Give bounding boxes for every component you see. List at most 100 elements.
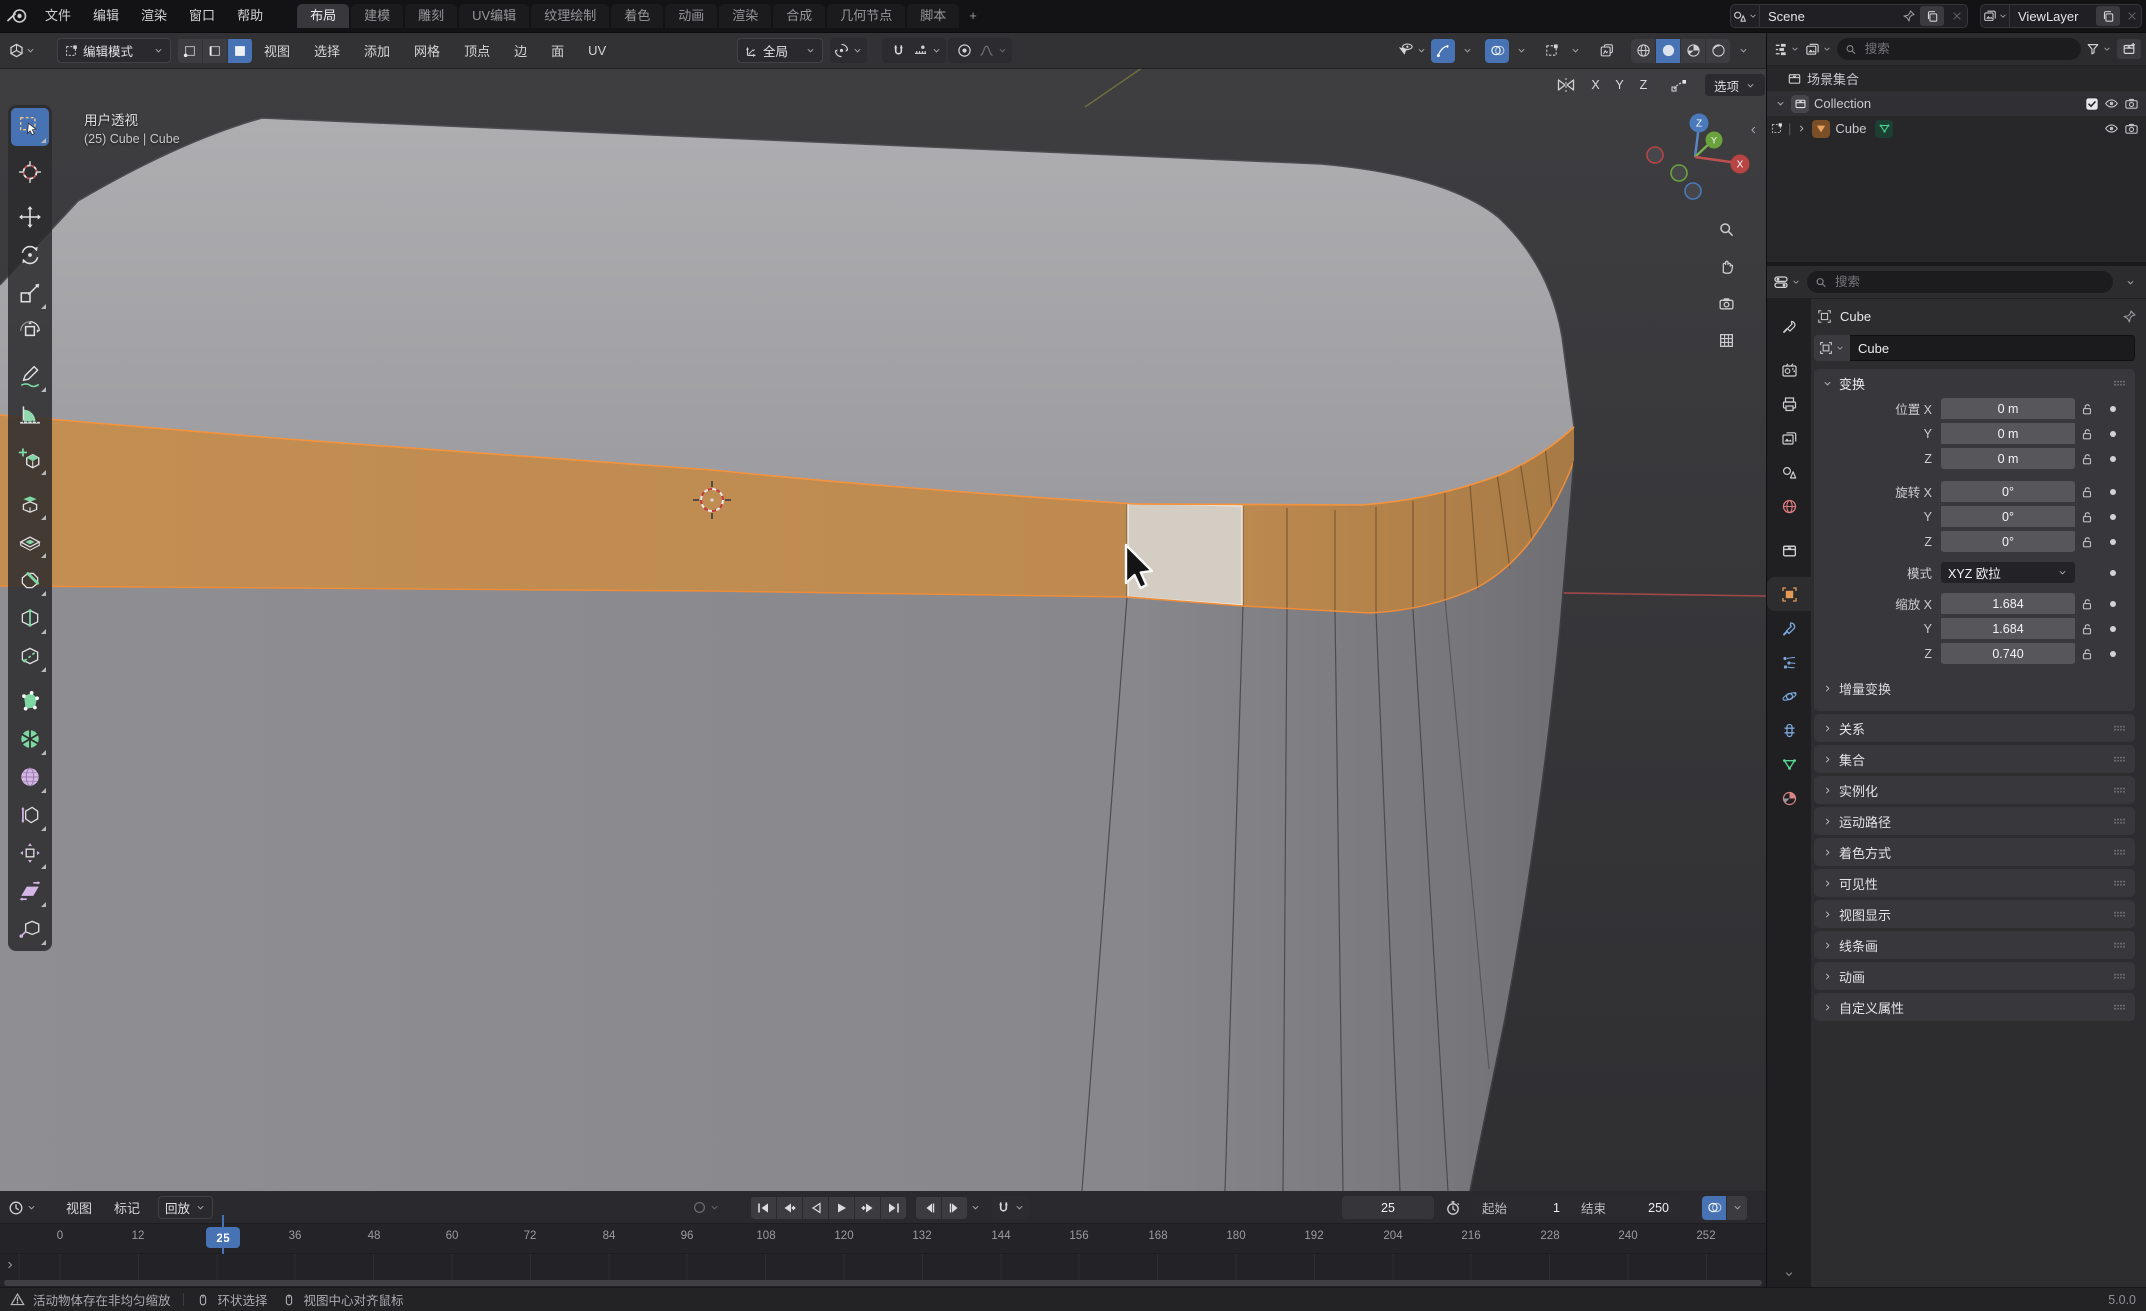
tool-spin[interactable] [11, 720, 49, 758]
properties-editor-type-button[interactable] [1773, 274, 1801, 290]
render-visibility-toggle[interactable] [2124, 96, 2139, 111]
tab-sculpting[interactable]: 雕刻 [405, 4, 457, 28]
current-frame-field[interactable]: 25 [1342, 1196, 1434, 1219]
delete-scene-icon[interactable] [1947, 10, 1967, 22]
timeline-horizontal-scrollbar[interactable] [4, 1280, 1762, 1286]
zoom-icon[interactable] [1712, 215, 1740, 243]
panel-drag-handle-icon[interactable] [2111, 844, 2127, 860]
rotation-mode-dropdown[interactable]: XYZ 欧拉 [1941, 562, 2075, 583]
lock-icon[interactable] [2075, 597, 2099, 611]
tool-edge-slide[interactable] [11, 796, 49, 834]
lock-icon[interactable] [2075, 622, 2099, 636]
section-viewport-display[interactable]: 视图显示 [1814, 900, 2135, 928]
mesh-edit-dropdown-chevron[interactable] [1567, 45, 1583, 56]
tool-poly-build[interactable] [11, 682, 49, 720]
next-keyframe-button[interactable] [855, 1197, 880, 1219]
panel-drag-handle-icon[interactable] [2111, 937, 2127, 953]
timeline-snap-toggle[interactable] [996, 1200, 1011, 1215]
tool-add-cube[interactable] [11, 440, 49, 478]
edge-select-mode-button[interactable] [203, 39, 227, 63]
tab-scripting[interactable]: 脚本 [907, 4, 959, 28]
timeline-snap-chevron[interactable] [1014, 1202, 1025, 1213]
tab-world-properties[interactable] [1767, 489, 1811, 523]
section-visibility[interactable]: 可见性 [1814, 869, 2135, 897]
gizmo-neg-y-axis[interactable] [1671, 165, 1687, 181]
outliner-row-collection[interactable]: Collection [1767, 91, 2146, 116]
tab-scene-properties[interactable] [1767, 455, 1811, 489]
panel-drag-handle-icon[interactable] [2111, 968, 2127, 984]
lock-icon[interactable] [2075, 647, 2099, 661]
tab-particle-properties[interactable] [1767, 645, 1811, 679]
tab-geometry-nodes[interactable]: 几何节点 [827, 4, 905, 28]
outliner-display-mode-button[interactable] [1805, 42, 1832, 57]
tab-material-properties[interactable] [1767, 781, 1811, 815]
animate-dot[interactable] [2099, 626, 2127, 632]
object-id-icon-button[interactable] [1814, 335, 1850, 361]
tab-rail-overflow-chevron[interactable] [1767, 1261, 1811, 1287]
gizmos-dropdown-chevron[interactable] [1459, 45, 1475, 56]
frame-start-field[interactable]: 起始 1 [1472, 1197, 1570, 1219]
tool-shrink-fatten[interactable] [11, 834, 49, 872]
menu-view[interactable]: 视图 [262, 41, 292, 60]
gizmo-neg-x-axis[interactable] [1647, 147, 1663, 163]
tab-constraint-properties[interactable] [1767, 713, 1811, 747]
timeline-editor-type-button[interactable] [8, 1196, 37, 1219]
tab-output-properties[interactable] [1767, 387, 1811, 421]
transform-panel-header[interactable]: 变换 [1814, 369, 2135, 397]
rendered-shading-button[interactable] [1706, 39, 1730, 63]
animate-dot[interactable] [2099, 456, 2127, 462]
tool-knife[interactable] [11, 637, 49, 675]
tool-smooth[interactable] [11, 758, 49, 796]
timeline-overlays-chevron[interactable] [1727, 1196, 1747, 1220]
tab-physics-properties[interactable] [1767, 679, 1811, 713]
hide-eye-toggle[interactable] [2104, 96, 2119, 111]
solid-shading-button[interactable] [1656, 39, 1680, 63]
pan-hand-icon[interactable] [1712, 252, 1740, 280]
lock-icon[interactable] [2075, 510, 2099, 524]
blender-logo-icon[interactable] [0, 7, 34, 25]
section-motion-paths[interactable]: 运动路径 [1814, 807, 2135, 835]
transform-orientation-selector[interactable]: 全局 [737, 38, 823, 63]
animate-dot[interactable] [2099, 570, 2127, 576]
gizmo-neg-z-axis[interactable] [1685, 183, 1701, 199]
section-animation[interactable]: 动画 [1814, 962, 2135, 990]
tool-scale[interactable] [11, 274, 49, 312]
jump-to-end-button[interactable] [881, 1197, 906, 1219]
animate-dot[interactable] [2099, 489, 2127, 495]
wireframe-shading-button[interactable] [1631, 39, 1655, 63]
pin-icon[interactable] [2122, 309, 2137, 324]
mode-selector[interactable]: 编辑模式 [57, 38, 171, 63]
tool-move[interactable] [11, 198, 49, 236]
tool-measure[interactable] [11, 395, 49, 433]
outliner-filter-button[interactable] [2086, 42, 2112, 56]
animate-dot[interactable] [2099, 539, 2127, 545]
view-layer-name[interactable]: ViewLayer [2010, 9, 2096, 24]
add-workspace-button[interactable]: + [961, 4, 985, 28]
hide-eye-toggle[interactable] [2104, 121, 2119, 136]
xray-toggle[interactable] [1595, 39, 1619, 63]
stopwatch-icon[interactable] [1440, 1196, 1466, 1219]
material-preview-shading-button[interactable] [1681, 39, 1705, 63]
new-collection-button[interactable] [2117, 39, 2141, 59]
tab-compositing[interactable]: 合成 [773, 4, 825, 28]
tab-render-properties[interactable] [1767, 353, 1811, 387]
location-y-field[interactable]: 0 m [1941, 423, 2075, 444]
previous-keyframe-button[interactable] [777, 1197, 802, 1219]
rotation-x-field[interactable]: 0° [1941, 481, 2075, 502]
panel-drag-handle-icon[interactable] [2111, 875, 2127, 891]
section-collections[interactable]: 集合 [1814, 745, 2135, 773]
tab-shading[interactable]: 着色 [611, 4, 663, 28]
tool-bevel[interactable] [11, 561, 49, 599]
breadcrumb-object-name[interactable]: Cube [1840, 309, 1871, 324]
render-visibility-toggle[interactable] [2124, 121, 2139, 136]
panel-drag-handle-icon[interactable] [2111, 813, 2127, 829]
lock-icon[interactable] [2075, 535, 2099, 549]
menu-vertex[interactable]: 顶点 [462, 41, 492, 60]
outliner-search-input[interactable] [1863, 41, 2073, 57]
show-gizmos-toggle[interactable] [1431, 39, 1455, 63]
new-view-layer-button[interactable] [2096, 6, 2120, 26]
rotation-z-field[interactable]: 0° [1941, 531, 2075, 552]
lock-icon[interactable] [2075, 452, 2099, 466]
tool-inset-faces[interactable] [11, 523, 49, 561]
show-gizmo-visibility-dropdown[interactable] [1397, 42, 1427, 59]
